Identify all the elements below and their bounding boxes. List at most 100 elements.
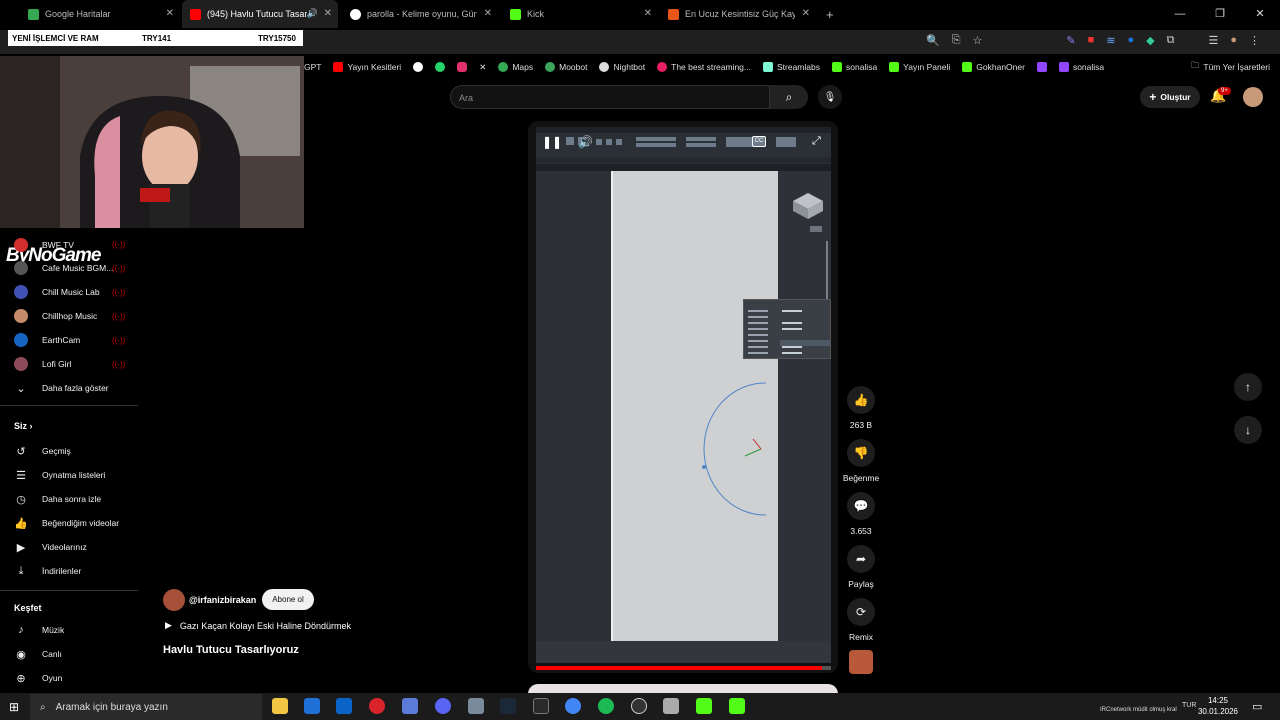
sidebar-item-playlists[interactable]: ☰ Oynatma listeleri xyxy=(14,465,105,485)
extension-blue-icon[interactable]: ● xyxy=(1127,34,1134,47)
all-bookmarks[interactable]: 🗀 Tüm Yer İşaretleri xyxy=(1191,58,1270,76)
comments-button[interactable]: 💬 3.653 xyxy=(843,492,879,536)
tab-youtube[interactable]: (945) Havlu Tutucu Tasarlıy... 🔊 ✕ xyxy=(182,0,338,28)
install-icon[interactable]: ⎘ xyxy=(952,34,961,47)
bookmark-streamlabs[interactable]: Streamlabs xyxy=(762,62,820,72)
extension-wave-icon[interactable]: ≋ xyxy=(1106,34,1115,47)
close-window-icon[interactable]: ✕ xyxy=(1240,0,1280,28)
tab-kick[interactable]: Kick ✕ xyxy=(502,0,658,28)
windows-start-icon[interactable]: ⊞ xyxy=(9,700,19,714)
close-icon[interactable]: ✕ xyxy=(802,8,810,19)
bookmark-gokhanoner[interactable]: GokhanOner xyxy=(962,62,1025,72)
tab-parolla[interactable]: parolla - Kelime oyunu, Günlük... ✕ xyxy=(342,0,498,28)
channel-handle[interactable]: @irfanizbirakan xyxy=(189,595,256,605)
sidebar-item-watch-later[interactable]: ◷ Daha sonra izle xyxy=(14,489,101,509)
dislike-button[interactable]: 👎 Beğenme xyxy=(843,439,879,483)
app-icon[interactable] xyxy=(402,698,418,714)
account-avatar[interactable] xyxy=(1243,87,1263,107)
mail-icon[interactable] xyxy=(336,698,352,714)
sidebar-item-music[interactable]: ♪ Müzik xyxy=(14,620,64,640)
bookmark-x[interactable]: ✕ xyxy=(479,62,486,73)
file-explorer-icon[interactable] xyxy=(272,698,288,714)
remix-button[interactable]: ⟳ Remix xyxy=(843,598,879,642)
tab-ups-shop[interactable]: En Ucuz Kesintisiz Güç Kaynak... ✕ xyxy=(660,0,816,28)
chrome-icon[interactable] xyxy=(565,698,581,714)
taskbar-clock[interactable]: 14:25 30.01.2026 xyxy=(1196,695,1240,717)
app-icon[interactable] xyxy=(468,698,484,714)
spotify-icon[interactable] xyxy=(598,698,614,714)
opera-icon[interactable] xyxy=(369,698,385,714)
extensions-icon[interactable]: ⧉ xyxy=(1167,34,1175,47)
sound-thumbnail[interactable] xyxy=(849,650,873,674)
bookmark-moobot[interactable]: Moobot xyxy=(545,62,587,72)
bookmark-streaming[interactable]: The best streaming... xyxy=(657,62,751,72)
bookmark-instagram[interactable] xyxy=(457,62,468,72)
sidebar-sub-chillhop[interactable]: Chillhop Music xyxy=(14,306,97,326)
taskbar-search-input[interactable]: ⌕ Aramak için buraya yazın xyxy=(30,694,262,720)
search-input[interactable]: Ara xyxy=(450,85,770,109)
close-icon[interactable]: ✕ xyxy=(484,8,492,19)
previous-short-button[interactable]: ↑ xyxy=(1234,373,1262,401)
section-you-title[interactable]: Siz › xyxy=(14,421,33,431)
volume-icon[interactable]: 🔊 xyxy=(578,135,593,149)
fullscreen-icon[interactable]: ⤢ xyxy=(812,135,821,148)
voice-search-button[interactable]: 🎙 xyxy=(818,85,842,109)
language-indicator[interactable]: TUR xyxy=(1182,702,1196,709)
sidebar-item-live[interactable]: ◉ Canlı xyxy=(14,644,62,664)
create-button[interactable]: + Oluştur xyxy=(1140,86,1200,108)
channel-avatar[interactable] xyxy=(163,589,185,611)
close-icon[interactable]: ✕ xyxy=(166,8,174,19)
sidebar-sub-chill-music-lab[interactable]: Chill Music Lab xyxy=(14,282,100,302)
like-button[interactable]: 👍 263 B xyxy=(843,386,879,430)
share-button[interactable]: ➦ Paylaş xyxy=(843,545,879,589)
new-tab-button[interactable]: + xyxy=(818,0,838,28)
bookmark-gpt[interactable]: GPT xyxy=(304,62,321,72)
kick-icon[interactable] xyxy=(696,698,712,714)
bookmark-twitch-sonalisa[interactable]: sonalisa xyxy=(1058,62,1104,72)
show-more-button[interactable]: ⌄ Daha fazla göster xyxy=(14,378,108,398)
sidebar-sub-lofi-girl[interactable]: Lofi Girl xyxy=(14,354,71,374)
tab-google-maps[interactable]: Google Haritalar ✕ xyxy=(20,0,180,28)
discord-icon[interactable] xyxy=(435,698,451,714)
menu-icon[interactable]: ⋮ xyxy=(1249,34,1260,47)
sidebar-sub-bwf[interactable]: BWF TV xyxy=(14,235,74,255)
search-button[interactable]: ⌕ xyxy=(770,85,808,109)
epic-games-icon[interactable] xyxy=(533,698,549,714)
extension-pen-icon[interactable]: ✎ xyxy=(1066,34,1075,47)
sidebar-item-downloads[interactable]: ⤓ İndirilenler xyxy=(14,561,82,581)
sidebar-item-liked[interactable]: 👍 Beğendiğim videolar xyxy=(14,513,119,533)
steam-icon[interactable] xyxy=(500,698,516,714)
bookmark-google[interactable] xyxy=(413,62,424,72)
restore-icon[interactable]: ❐ xyxy=(1200,0,1240,28)
subscribe-button[interactable]: Abone ol xyxy=(262,589,314,610)
close-icon[interactable]: ✕ xyxy=(324,8,332,19)
obs-icon[interactable] xyxy=(631,698,647,714)
store-icon[interactable] xyxy=(304,698,320,714)
sidebar-item-gaming[interactable]: ⊕ Oyun xyxy=(14,668,62,688)
music-link[interactable]: ▶ Gazı Kaçan Kolayı Eski Haline Döndürmek xyxy=(165,620,351,631)
kick-icon[interactable] xyxy=(729,698,745,714)
app-icon[interactable] xyxy=(663,698,679,714)
speaker-icon[interactable]: 🔊 xyxy=(307,8,318,19)
sidebar-sub-earthcam[interactable]: EarthCam xyxy=(14,330,80,350)
extension-green-icon[interactable]: ◆ xyxy=(1146,34,1154,47)
profile-icon[interactable]: ● xyxy=(1230,34,1237,47)
bookmark-kick-sonalisa[interactable]: sonalisa xyxy=(831,62,877,72)
captions-icon[interactable]: CC xyxy=(752,136,766,147)
close-icon[interactable]: ✕ xyxy=(644,8,652,19)
bookmark-yayin-kesitleri[interactable]: Yayın Kesitleri xyxy=(333,62,401,72)
bookmark-yayin-paneli[interactable]: Yayın Paneli xyxy=(889,62,950,72)
sidebar-item-your-videos[interactable]: ▶ Videolarınız xyxy=(14,537,87,557)
reading-list-icon[interactable]: ☰ xyxy=(1208,34,1218,47)
star-icon[interactable]: ☆ xyxy=(973,34,983,47)
next-short-button[interactable]: ↓ xyxy=(1234,416,1262,444)
notification-center-icon[interactable]: ▭ xyxy=(1252,700,1262,713)
bookmark-maps[interactable]: Maps xyxy=(498,62,533,72)
sidebar-item-history[interactable]: ↺ Geçmiş xyxy=(14,441,70,461)
bookmark-whatsapp[interactable] xyxy=(435,62,446,72)
sidebar-sub-cafe-music[interactable]: Cafe Music BGM... xyxy=(14,258,113,278)
pause-icon[interactable]: ❚❚ xyxy=(542,135,562,151)
minimize-icon[interactable]: — xyxy=(1160,0,1200,28)
zoom-icon[interactable]: 🔍 xyxy=(926,34,940,47)
extension-red-icon[interactable]: ■ xyxy=(1088,34,1095,47)
